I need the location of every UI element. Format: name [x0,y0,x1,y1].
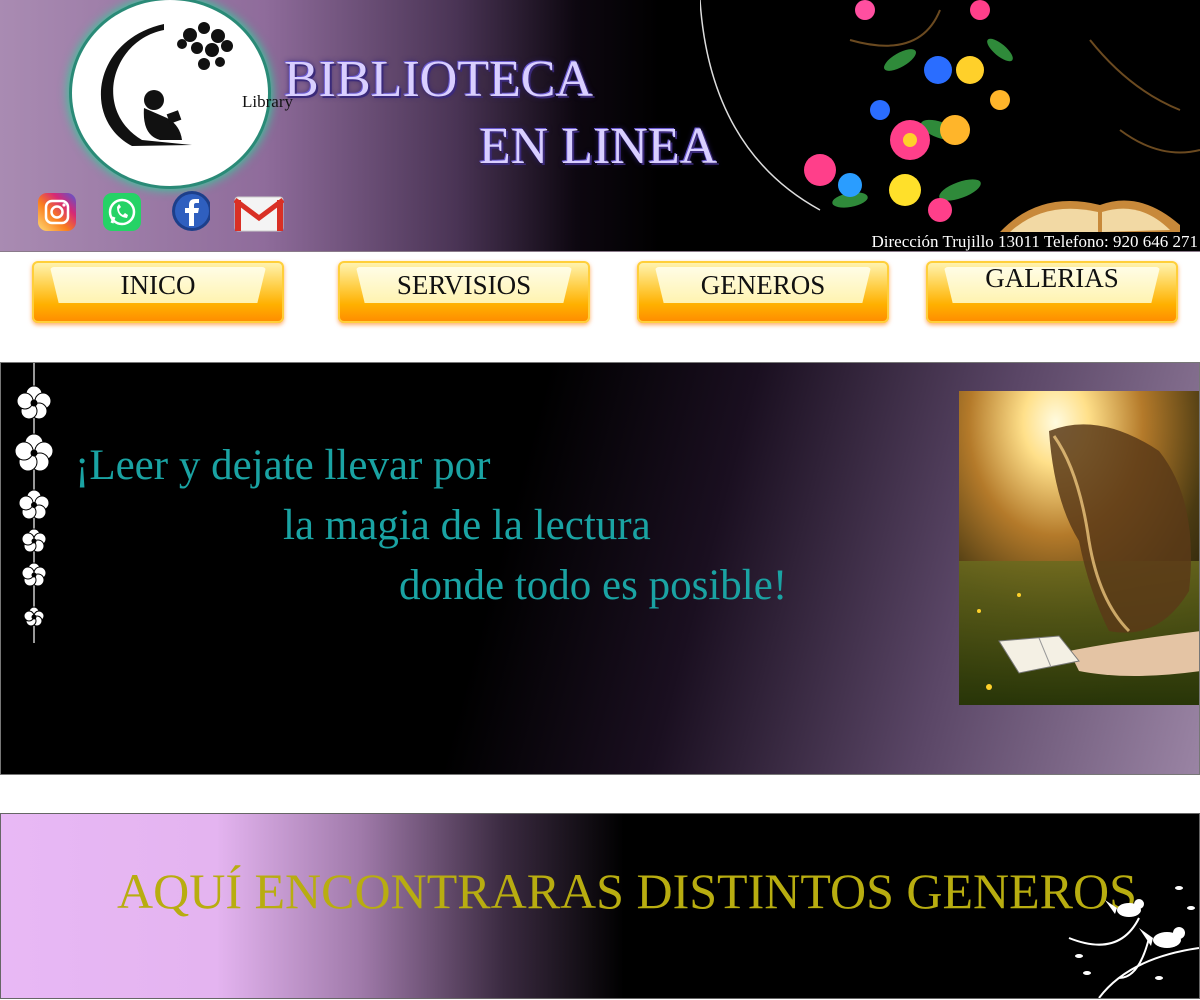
site-title-line2: EN LINEA [479,118,718,175]
contact-address: Dirección Trujillo 13011 Telefono: 920 6… [871,232,1198,251]
nav-label: GENEROS [700,270,826,300]
nav-inicio-button[interactable]: INICO [32,261,284,323]
quote-banner: ¡Leer y dejate llevar por la magia de la… [0,362,1200,775]
quote-line-1: ¡Leer y dejate llevar por [75,442,491,489]
whatsapp-icon[interactable] [102,192,142,232]
nav-label: SERVISIOS [396,270,532,300]
generos-section: AQUÍ ENCONTRARAS DISTINTOS GENEROS [0,813,1200,999]
generos-heading: AQUÍ ENCONTRARAS DISTINTOS GENEROS [117,863,1137,919]
facebook-icon[interactable] [170,191,210,232]
quote-line-2: la magia de la lectura [283,502,651,549]
flowers-book-illustration [700,0,1200,232]
birds-branch-decoration [1068,886,1199,998]
flower-vine-decoration [14,363,54,643]
quote-line-3: donde todo es posible! [399,562,788,609]
nav-galerias-button[interactable]: GALERIAS [926,261,1178,323]
library-logo[interactable]: Library [72,0,293,186]
instagram-icon[interactable] [37,192,77,232]
nav-label: GALERIAS [985,263,1119,293]
nav-label: INICO [120,270,196,300]
nav-servicios-button[interactable]: SERVISIOS [338,261,590,323]
tree-reader-icon [100,22,233,146]
woman-reading-photo [959,391,1199,705]
nav-generos-button[interactable]: GENEROS [637,261,889,323]
site-title-line1: BIBLIOTECA [284,51,594,108]
site-header: Library BIBLIOTECA EN LINEA Dirección Tr… [0,0,1200,252]
gmail-icon[interactable] [234,192,284,232]
